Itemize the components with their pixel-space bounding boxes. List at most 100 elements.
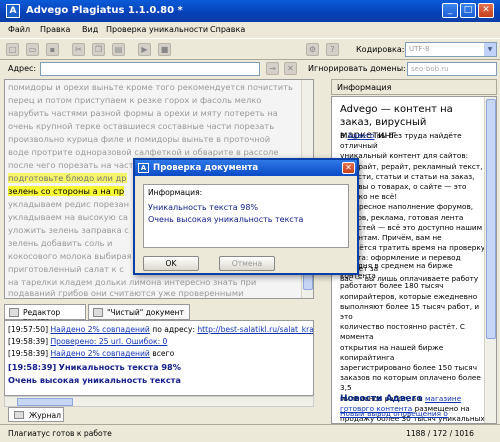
- editor-tab-icon: [9, 308, 19, 317]
- menu-view[interactable]: Вид: [82, 25, 98, 34]
- log-link[interactable]: Найдено 2% совпадений: [50, 325, 149, 334]
- info-text: новостей — всё это доступно нашим: [340, 222, 483, 232]
- editor-line: подаваний грибов они считаются уже прове…: [8, 288, 244, 298]
- stop-icon[interactable]: ■: [158, 43, 171, 56]
- menu-edit[interactable]: Правка: [40, 25, 70, 34]
- paste-icon[interactable]: ▤: [112, 43, 125, 56]
- maximize-button[interactable]: □: [460, 3, 476, 18]
- log-text: по адресу:: [149, 325, 198, 334]
- clear-icon[interactable]: ✕: [284, 62, 297, 75]
- advego-link[interactable]: Адвего: [347, 131, 374, 140]
- info-panel-header: Информация: [331, 79, 497, 95]
- go-icon[interactable]: →: [266, 62, 279, 75]
- encoding-select[interactable]: UTF-8 ▼: [405, 42, 497, 57]
- tab-journal[interactable]: Журнал: [8, 407, 64, 422]
- open-file-icon[interactable]: ▭: [26, 43, 39, 56]
- highlighted-text: подготовьте блюдо или др: [8, 173, 127, 183]
- ignore-domains-label: Игнорировать домены:: [308, 64, 406, 73]
- info-text: копирайт, рерайт, рекламный текст,: [340, 161, 483, 171]
- log-result: Очень высокая уникальность текста: [8, 375, 181, 385]
- status-counts: 1188 / 172 / 1016: [406, 429, 474, 438]
- dialog-title: Проверка документа: [153, 163, 259, 173]
- news-link[interactable]: Новый вывод оповещения о: [340, 409, 486, 419]
- cancel-button[interactable]: Отмена: [219, 256, 275, 271]
- dialog-info-box: Информация: Уникальность текста 98% Очен…: [143, 184, 349, 248]
- log-time: [19:58:39]: [8, 337, 49, 346]
- editor-line: произвольно курица филе и помидоры выньт…: [8, 134, 271, 144]
- scrollbar-thumb[interactable]: [17, 398, 73, 406]
- log-link[interactable]: Проверено: 25 url. Ошибок: 0: [50, 337, 167, 346]
- gear-icon[interactable]: ⚙: [306, 43, 319, 56]
- copy-icon[interactable]: ❐: [92, 43, 105, 56]
- info-text: заказов по которым оплачено более 3,5: [340, 373, 481, 393]
- log-row: [19:58:39] Проверено: 25 url. Ошибок: 0: [8, 337, 167, 348]
- dialog-info-caption: Информация:: [148, 188, 203, 197]
- chevron-down-icon[interactable]: ▼: [484, 43, 496, 56]
- journal-icon: [14, 411, 24, 419]
- log-time: [19:58:39]: [8, 349, 49, 358]
- info-text: новости, статьи и статьи на заказ,: [340, 171, 475, 181]
- info-text: выполняют более 15 тысяч работ, и это: [340, 301, 480, 322]
- ok-button[interactable]: OK: [143, 256, 199, 271]
- info-text: уникальный контент для сайтов:: [340, 151, 469, 161]
- highlighted-text: зелень со стороны а на пр: [8, 186, 125, 196]
- menu-file[interactable]: Файл: [8, 25, 30, 34]
- log-link[interactable]: Найдено 2% совпадений: [50, 349, 149, 358]
- tab-label: "Чистый" документ: [107, 308, 184, 317]
- check-log[interactable]: [19:57:50] Найдено 2% совпадений по адре…: [4, 320, 314, 396]
- log-row: Очень высокая уникальность текста: [8, 375, 181, 386]
- status-bar: Плагиатус готов к работе 1188 / 172 / 10…: [0, 424, 500, 442]
- info-text: количество постоянно растёт. С момента: [340, 322, 465, 342]
- save-icon[interactable]: ▪: [46, 43, 59, 56]
- app-logo-icon: A: [138, 163, 149, 173]
- document-tab-icon: [93, 308, 103, 317]
- tab-clean-document[interactable]: "Чистый" документ: [88, 304, 190, 320]
- log-row: [19:58:39] Найдено 2% совпадений всего: [8, 349, 174, 360]
- editor-line: перец и потом приступаем к резке горох и…: [8, 95, 262, 105]
- log-time: [19:58:39]: [8, 362, 57, 372]
- check-result-dialog: A Проверка документа ✕ Информация: Уника…: [133, 158, 359, 275]
- toolbar: □ ▭ ▪ ✂ ❐ ▤ ▶ ■ ⚙ ? Кодировка: UTF-8 ▼: [0, 38, 500, 60]
- editor-tabs: Редактор текста "Чистый" документ: [4, 304, 314, 326]
- menu-uniqueness-check[interactable]: Проверка уникальности: [106, 25, 208, 34]
- dialog-uniqueness-result: Уникальность текста 98%: [148, 203, 259, 212]
- scrollbar-thumb[interactable]: [486, 99, 496, 339]
- address-input[interactable]: [40, 62, 260, 76]
- log-result: Уникальность текста 98%: [58, 362, 181, 372]
- info-scrollbar[interactable]: [484, 97, 496, 423]
- window-title: Advego Plagiatus 1.1.0.80 *: [26, 5, 183, 16]
- journal-label: Журнал: [29, 411, 61, 420]
- info-text: копирайтеров, которые ежедневно: [340, 291, 478, 301]
- info-text: придётся тратить время на проверку: [340, 243, 486, 253]
- editor-line: очень крупной терке оставшиеся составные…: [8, 121, 275, 131]
- menu-bar: Файл Правка Вид Проверка уникальности Сп…: [0, 22, 500, 38]
- help-icon[interactable]: ?: [326, 43, 339, 56]
- app-logo-icon: A: [6, 4, 20, 18]
- info-text: зарегистрировано более 150 тысяч: [340, 363, 478, 373]
- editor-line: нарубить частями разной формы а орехи и …: [8, 108, 278, 118]
- log-text: всего: [149, 349, 175, 358]
- title-bar: A Advego Plagiatus 1.1.0.80 * _ □ ✕: [0, 0, 500, 22]
- dialog-uniqueness-verdict: Очень высокая уникальность текста: [148, 215, 304, 224]
- info-text: Интересное наполнение форумов,: [340, 202, 474, 212]
- log-url[interactable]: http://best-salatikl.ru/salat_krasnoe_: [197, 325, 313, 334]
- encoding-label: Кодировка:: [356, 45, 405, 54]
- dialog-title-bar: A Проверка документа: [135, 160, 357, 176]
- address-bar: Адрес: → ✕ Игнорировать домены: seo-bob.…: [0, 60, 500, 78]
- cut-icon[interactable]: ✂: [72, 43, 85, 56]
- close-button[interactable]: ✕: [478, 3, 494, 18]
- encoding-value: UTF-8: [409, 45, 430, 53]
- ignore-domains-input[interactable]: seo-bob.ru: [407, 62, 497, 76]
- dialog-close-button[interactable]: ✕: [342, 162, 355, 174]
- tab-text-editor[interactable]: Редактор текста: [4, 304, 86, 326]
- minimize-button[interactable]: _: [442, 3, 458, 18]
- log-row: [19:57:50] Найдено 2% совпадений по адре…: [8, 325, 313, 336]
- new-document-icon[interactable]: □: [6, 43, 19, 56]
- log-time: [19:57:50]: [8, 325, 49, 334]
- address-label: Адрес:: [8, 64, 37, 73]
- menu-help[interactable]: Справка: [210, 25, 245, 34]
- log-row: [19:58:39] Уникальность текста 98%: [8, 362, 181, 373]
- log-horizontal-scrollbar[interactable]: [4, 396, 314, 407]
- check-icon[interactable]: ▶: [138, 43, 151, 56]
- news-title: Новости Адвего: [340, 394, 423, 404]
